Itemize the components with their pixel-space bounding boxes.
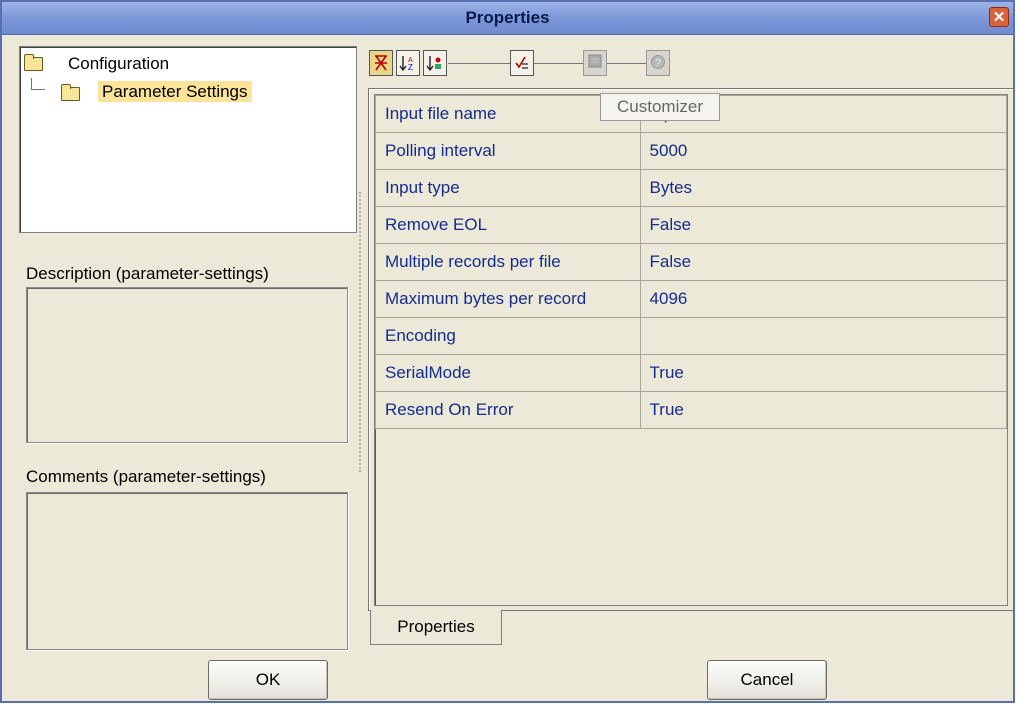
property-name: Polling interval [375, 132, 641, 170]
property-sheet: Input file nameInput.txtPolling interval… [368, 88, 1014, 611]
cancel-button[interactable]: Cancel [707, 660, 827, 700]
sort-alphabetical-icon[interactable]: AZ [396, 50, 420, 76]
svg-text:Z: Z [408, 63, 413, 72]
tab-properties[interactable]: Properties [370, 610, 502, 645]
property-table-container: Input file nameInput.txtPolling interval… [374, 94, 1008, 606]
property-name: Maximum bytes per record [375, 280, 641, 318]
toolbar-connector [607, 63, 646, 64]
tree-node-parameter-settings[interactable]: Parameter Settings [98, 81, 252, 102]
property-row[interactable]: Remove EOL False [375, 206, 1008, 244]
property-value[interactable] [639, 317, 1008, 355]
property-row[interactable]: Polling interval 5000 [375, 132, 1008, 170]
customizer-tooltip: Customizer [600, 93, 720, 121]
property-row[interactable]: Maximum bytes per record 4096 [375, 280, 1008, 318]
properties-dialog: Properties ✕ Configuration Parameter Set… [0, 0, 1015, 703]
svg-text:?: ? [655, 58, 661, 69]
configuration-tree[interactable]: Configuration Parameter Settings [19, 46, 357, 233]
customizer-icon[interactable] [583, 50, 607, 76]
tree-connector [31, 78, 45, 90]
property-value[interactable]: Bytes [639, 169, 1008, 207]
property-name: Encoding [375, 317, 641, 355]
folder-icon [24, 54, 43, 71]
property-value[interactable]: True [639, 391, 1008, 429]
property-value[interactable]: 5000 [639, 132, 1008, 170]
ok-button[interactable]: OK [208, 660, 328, 700]
checklist-icon[interactable] [510, 50, 534, 76]
property-row[interactable]: Multiple records per file False [375, 243, 1008, 281]
tree-node-configuration[interactable]: Configuration [68, 54, 169, 74]
property-value[interactable]: True [639, 354, 1008, 392]
property-table: Input file nameInput.txtPolling interval… [375, 95, 1008, 429]
property-name: SerialMode [375, 354, 641, 392]
property-value[interactable]: False [639, 243, 1008, 281]
property-row[interactable]: Encoding [375, 317, 1008, 355]
window-title: Properties [465, 8, 550, 27]
property-value[interactable]: False [639, 206, 1008, 244]
sort-by-category-icon[interactable] [369, 50, 393, 76]
help-icon[interactable]: ? [646, 50, 670, 76]
description-label: Description (parameter-settings) [26, 264, 269, 283]
toolbar-connector [448, 63, 510, 64]
property-name: Resend On Error [375, 391, 641, 429]
property-row[interactable]: SerialMode True [375, 354, 1008, 392]
property-value[interactable]: 4096 [639, 280, 1008, 318]
property-row[interactable]: Resend On Error True [375, 391, 1008, 429]
description-area [26, 287, 348, 443]
close-button[interactable]: ✕ [989, 7, 1009, 27]
pane-splitter[interactable] [359, 192, 363, 472]
tree-node-label: Parameter Settings [98, 81, 252, 102]
sort-by-type-icon[interactable] [423, 50, 447, 76]
property-name: Remove EOL [375, 206, 641, 244]
comments-area[interactable] [26, 492, 348, 650]
property-row[interactable]: Input type Bytes [375, 169, 1008, 207]
folder-icon [61, 84, 80, 101]
title-bar[interactable]: Properties ✕ [2, 2, 1013, 35]
property-name: Multiple records per file [375, 243, 641, 281]
property-name: Input type [375, 169, 641, 207]
comments-label: Comments (parameter-settings) [26, 467, 266, 486]
toolbar-connector [534, 63, 583, 64]
